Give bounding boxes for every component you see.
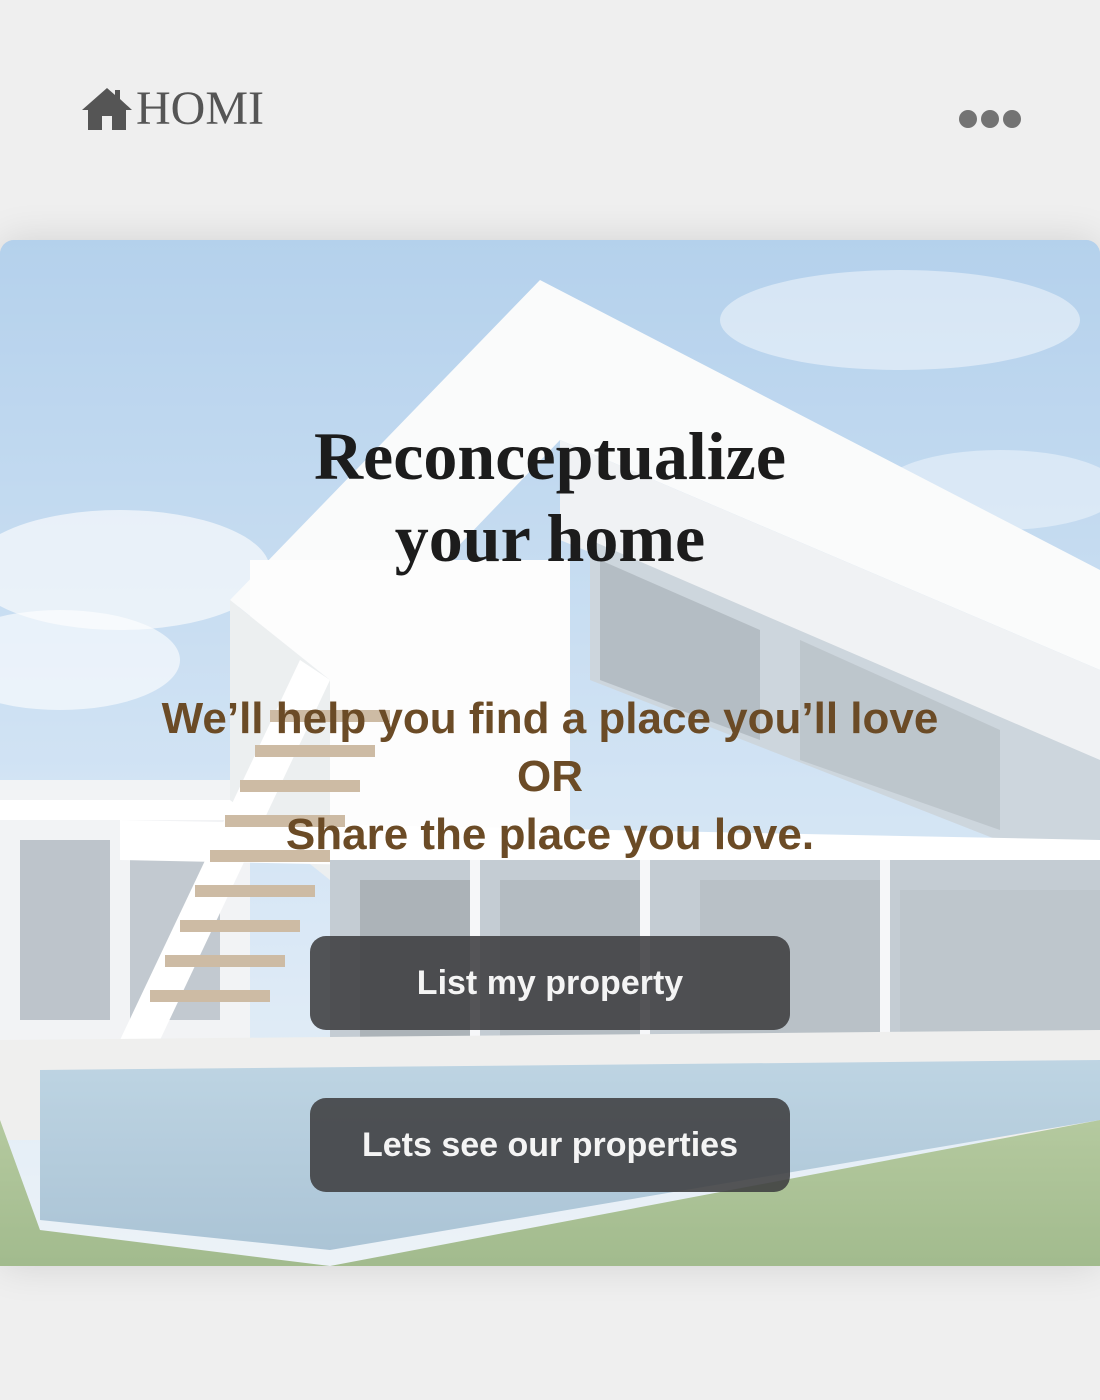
hero-subtitle-or: OR: [517, 752, 583, 801]
hero-subtitle-line: We’ll help you find a place you’ll love: [161, 694, 939, 743]
more-dot: [1003, 110, 1021, 128]
more-dots-icon: [959, 110, 977, 128]
logo[interactable]: HOMI: [80, 84, 264, 134]
site-header: HOMI: [0, 0, 1100, 200]
hero-subtitle: We’ll help you find a place you’ll love …: [0, 690, 1100, 864]
list-property-button[interactable]: List my property: [310, 936, 790, 1030]
see-properties-button[interactable]: Lets see our properties: [310, 1098, 790, 1192]
hero-title: Reconceptualize your home: [0, 415, 1100, 579]
house-icon: [82, 88, 132, 130]
hero-title-line: your home: [394, 500, 706, 576]
hero-title-line: Reconceptualize: [313, 418, 787, 494]
hero-section: Reconceptualize your home We’ll help you…: [0, 240, 1100, 1266]
logo-text: HOMI: [136, 82, 264, 135]
more-menu-button[interactable]: [955, 104, 1025, 134]
more-dot: [981, 110, 999, 128]
hero-subtitle-line: Share the place you love.: [285, 810, 815, 859]
